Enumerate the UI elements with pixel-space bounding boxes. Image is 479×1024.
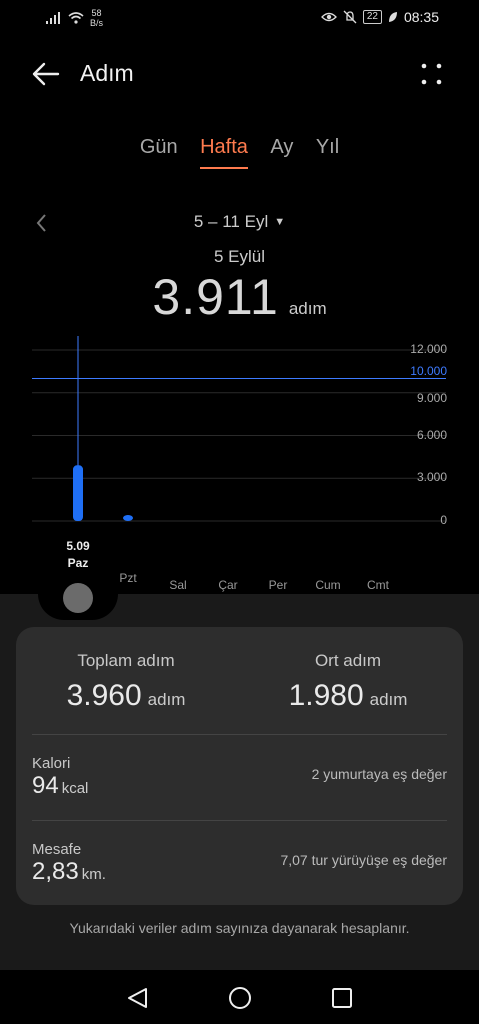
selected-steps: 3.911 bbox=[152, 269, 279, 325]
more-options-button[interactable] bbox=[419, 60, 445, 88]
circle-home-icon bbox=[229, 987, 251, 1009]
system-nav-bar bbox=[0, 970, 479, 1024]
total-steps-unit: adım bbox=[147, 690, 186, 709]
distance-value-row: 2,83 km. bbox=[32, 858, 106, 886]
calorie-value-row: 94 kcal bbox=[32, 772, 88, 800]
selected-value: 3.911 adım bbox=[0, 268, 479, 326]
avg-steps-stat: Ort adım 1.980 adım bbox=[238, 651, 458, 713]
date-navigator: 5 – 11 Eyl ▼ bbox=[0, 210, 479, 240]
period-tabs: Gün Hafta Ay Yıl bbox=[0, 136, 479, 169]
x-tick-label: Pzt bbox=[119, 571, 137, 585]
total-steps-label: Toplam adım bbox=[77, 651, 175, 670]
total-steps-value-row: 3.960 adım bbox=[16, 679, 236, 713]
leaf-icon bbox=[388, 12, 397, 22]
avg-steps-value-row: 1.980 adım bbox=[238, 679, 458, 713]
tab-month[interactable]: Ay bbox=[270, 136, 293, 167]
selected-date: 5 Eylül bbox=[213, 247, 266, 266]
selected-unit: adım bbox=[288, 299, 327, 318]
dropdown-caret-icon: ▼ bbox=[274, 216, 286, 228]
back-button[interactable] bbox=[28, 58, 68, 90]
mute-icon bbox=[343, 10, 357, 24]
chart-scrub-handle[interactable] bbox=[63, 583, 93, 613]
bar-Paz bbox=[73, 465, 83, 521]
app-bar: Adım bbox=[0, 52, 479, 96]
total-steps-value: 3.960 bbox=[66, 679, 142, 712]
selected-day-date: 5.09 bbox=[66, 539, 90, 553]
nav-recents-button[interactable] bbox=[328, 984, 356, 1012]
steps-chart[interactable]: 12.000 9.000 6.000 3.000 0 10.000 5.09 Paz Pz… bbox=[0, 330, 479, 600]
y-tick-label: 12.000 bbox=[410, 342, 447, 356]
battery-icon: 22 bbox=[362, 10, 382, 24]
net-speed-value: 58 bbox=[91, 8, 102, 18]
net-speed: 58 B/s bbox=[90, 8, 103, 28]
calorie-unit: kcal bbox=[61, 780, 89, 797]
eye-comfort-icon bbox=[320, 12, 337, 22]
distance-label: Mesafe bbox=[32, 841, 82, 858]
nav-back-button[interactable] bbox=[124, 984, 152, 1012]
distance-unit: km. bbox=[81, 866, 106, 883]
more-dots-icon bbox=[421, 63, 442, 85]
wifi-icon bbox=[68, 12, 84, 24]
total-steps-stat: Toplam adım 3.960 adım bbox=[16, 651, 236, 713]
y-tick-label: 9.000 bbox=[416, 390, 447, 405]
status-left: 58 B/s bbox=[46, 8, 103, 28]
distance-equivalent: 7,07 tur yürüyüşe eş değer bbox=[280, 852, 447, 868]
x-tick-label: Çar bbox=[218, 578, 238, 592]
avg-steps-value: 1.980 bbox=[288, 679, 364, 712]
y-tick-label: 0 bbox=[440, 513, 447, 527]
square-recents-icon bbox=[332, 988, 352, 1008]
avg-steps-unit: adım bbox=[369, 690, 408, 709]
calorie-equivalent: 2 yumurtaya eş değer bbox=[311, 766, 447, 782]
page-title: Adım bbox=[80, 60, 134, 86]
nav-home-button[interactable] bbox=[226, 984, 254, 1012]
avg-steps-label: Ort adım bbox=[314, 651, 382, 670]
footnote: Yukarıdaki veriler adım sayınıza dayanar… bbox=[69, 920, 410, 936]
tab-week[interactable]: Hafta bbox=[200, 136, 248, 169]
calorie-value: 94 bbox=[32, 772, 59, 799]
tab-day[interactable]: Gün bbox=[140, 136, 178, 167]
x-tick-label: Cmt bbox=[367, 578, 389, 592]
x-tick-label: Sal bbox=[169, 578, 187, 592]
calorie-stat: Kalori 94 kcal bbox=[32, 755, 88, 800]
selected-day-name: Paz bbox=[67, 556, 89, 570]
x-tick-label: Cum bbox=[315, 578, 341, 592]
divider bbox=[32, 820, 447, 821]
date-range-label: 5 – 11 Eyl bbox=[193, 212, 269, 231]
y-tick-label: 3.000 bbox=[416, 470, 447, 485]
signal-icon bbox=[46, 12, 60, 24]
triangle-back-icon bbox=[128, 988, 147, 1008]
y-tick-label: 6.000 bbox=[416, 427, 447, 442]
status-right: 22 08:35 bbox=[320, 9, 439, 25]
net-speed-unit: B/s bbox=[90, 18, 104, 28]
distance-stat: Mesafe 2,83 km. bbox=[32, 841, 106, 886]
tab-year[interactable]: Yıl bbox=[316, 136, 339, 167]
status-bar: 58 B/s 22 08:35 bbox=[0, 0, 479, 36]
x-tick-label: Per bbox=[268, 578, 288, 592]
distance-value: 2,83 bbox=[32, 858, 79, 885]
summary-card: Toplam adım 3.960 adım Ort adım 1.980 adım… bbox=[16, 627, 463, 905]
selected-day-label: 5.09 Paz bbox=[58, 538, 98, 572]
arrow-back-icon bbox=[32, 62, 60, 86]
clock: 08:35 bbox=[403, 9, 439, 25]
divider bbox=[32, 734, 447, 735]
goal-line-label: 10.000 bbox=[410, 363, 447, 378]
calorie-label: Kalori bbox=[32, 755, 71, 772]
bar-Pzt bbox=[123, 515, 133, 521]
date-range-selector[interactable]: 5 – 11 Eyl ▼ bbox=[0, 212, 479, 232]
